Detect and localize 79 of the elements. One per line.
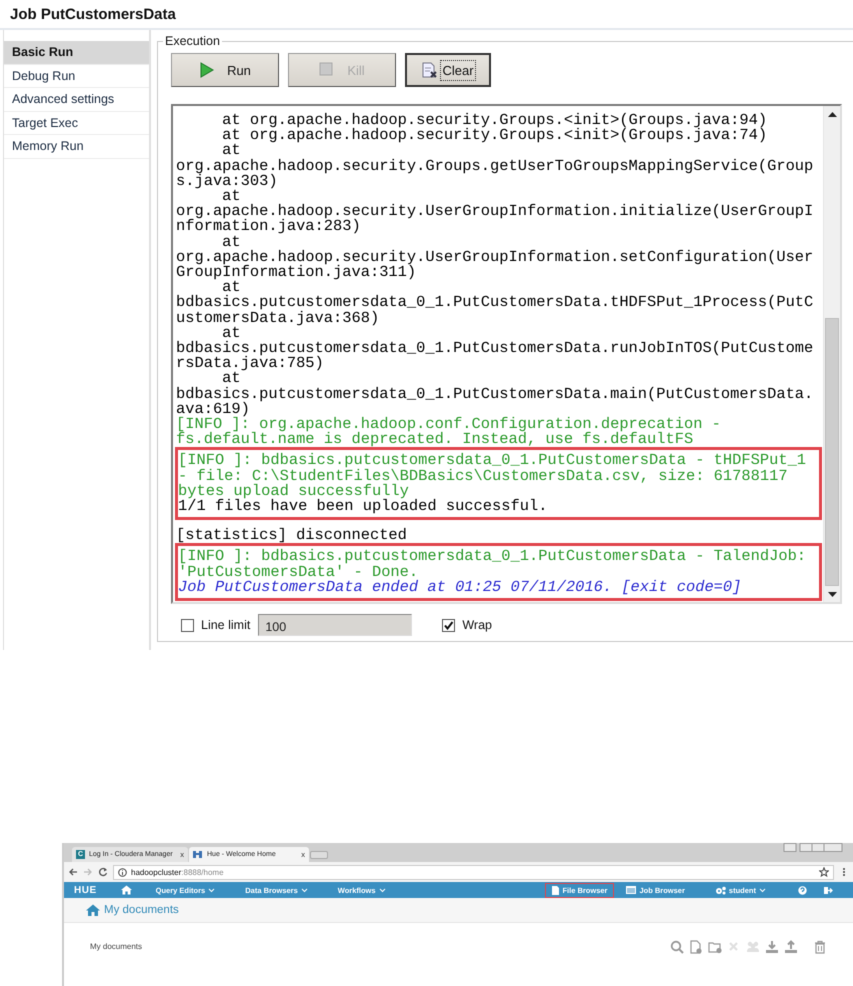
log-line: - file: C:\StudentFiles\BDBasics\CustomersData.csv, size: 61788117	[178, 468, 789, 484]
log-line: at org.apache.hadoop.security.Groups.<init>(Groups.java:94)	[221, 112, 768, 128]
info-icon	[118, 868, 127, 876]
log-line: bytes upload successfully	[178, 484, 409, 499]
log-line: Job PutCustomersData ended at 01:25 07/11/2016. [exit code=0]	[178, 580, 742, 595]
clear-button[interactable]: Clear	[405, 53, 491, 87]
upload-icon[interactable]	[784, 940, 798, 954]
logout-icon[interactable]	[823, 886, 833, 894]
new-document-icon[interactable]	[689, 940, 703, 954]
log-line: [INFO ]: bdbasics.putcustomersdata_0_1.PutCustomersData - tHDFSPut_1	[178, 453, 808, 469]
search-icon[interactable]	[670, 940, 684, 954]
log-line: rsData.java:785)	[176, 356, 324, 372]
forward-icon[interactable]	[83, 867, 93, 877]
chevron-down-icon	[378, 887, 386, 893]
new-folder-icon[interactable]	[708, 940, 722, 954]
url-text: hadoopcluster:8888/home	[131, 868, 224, 876]
help-icon[interactable]	[798, 886, 807, 894]
sidebar-item[interactable]: Advanced settings	[4, 88, 149, 112]
download-icon[interactable]	[765, 940, 779, 954]
checkbox-label: Wrap	[462, 618, 492, 632]
section-label: My documents	[90, 942, 142, 951]
back-icon[interactable]	[68, 867, 78, 877]
chevron-down-icon	[208, 887, 216, 893]
window-controls-icon	[783, 843, 843, 853]
log-line: [statistics] disconnected	[176, 528, 408, 544]
log-line: nformation.java:283)	[176, 219, 361, 235]
log-line: ava:619)	[176, 402, 250, 417]
run-button[interactable]: Run	[171, 53, 279, 87]
group-label: Execution	[164, 34, 221, 48]
checkbox-label: Line limit	[201, 618, 250, 632]
log-line: [INFO ]: org.apache.hadoop.conf.Configuration.deprecation -	[176, 416, 722, 432]
log-line: bdbasics.putcustomersdata_0_1.PutCustomersData.main(PutCustomersData.	[176, 386, 814, 402]
document-icon	[552, 886, 560, 894]
home-icon	[86, 904, 100, 916]
log-line: org.apache.hadoop.security.UserGroupInformation.initialize(UserGroupI	[176, 204, 814, 220]
stop-icon	[319, 62, 336, 78]
chevron-down-icon	[300, 887, 308, 893]
clear-document-icon	[421, 62, 438, 78]
log-line: bdbasics.putcustomersdata_0_1.PutCustomersData.runJobInTOS(PutCustome	[176, 340, 814, 356]
log-line: GroupInformation.java:311)	[176, 264, 416, 280]
log-line: org.apache.hadoop.security.UserGroupInformation.setConfiguration(User	[176, 250, 814, 265]
checkbox[interactable]	[442, 618, 456, 632]
gears-icon	[714, 886, 726, 894]
trash-icon[interactable]	[813, 940, 827, 954]
checkmark-icon	[443, 620, 454, 630]
hue-favicon-icon	[193, 850, 203, 859]
log-line: at	[222, 188, 241, 204]
log-line: s.java:303)	[176, 174, 278, 189]
log-line: at	[222, 371, 241, 387]
star-icon[interactable]	[819, 867, 829, 877]
log-line: 1/1 files have been uploaded successful.	[178, 498, 548, 514]
log-line: bdbasics.putcustomersdata_0_1.PutCustomersData.tHDFSPut_1Process(PutC	[176, 295, 814, 311]
log-line: at	[222, 234, 241, 250]
log-line: org.apache.hadoop.security.Groups.getUserToGroupsMappingService(Group	[176, 158, 814, 174]
log-line: 'PutCustomersData' - Done.	[178, 564, 418, 580]
reload-icon[interactable]	[98, 867, 108, 877]
log-line: fs.default.name is deprecated. Instead, use fs.defaultFS	[176, 432, 694, 448]
sidebar-item[interactable]: Target Exec	[4, 112, 149, 135]
play-icon	[199, 62, 216, 78]
page-title: My documents	[104, 904, 179, 916]
hue-logo[interactable]: HUE	[74, 884, 97, 896]
sidebar-item[interactable]: Debug Run	[4, 64, 149, 88]
sidebar-item[interactable]: Basic Run	[4, 41, 149, 64]
log-line: ustomersData.java:368)	[176, 310, 380, 326]
home-icon[interactable]	[120, 885, 132, 895]
log-line: at org.apache.hadoop.security.Groups.<init>(Groups.java:74)	[221, 128, 768, 144]
scrollbar[interactable]	[823, 106, 840, 602]
checkbox[interactable]	[181, 618, 194, 632]
sidebar-item[interactable]: Memory Run	[4, 135, 149, 158]
scrollbar-thumb[interactable]	[825, 318, 839, 586]
url-field[interactable]: hadoopcluster:8888/home	[113, 864, 834, 880]
chevron-down-icon	[759, 887, 766, 893]
window-icon	[626, 886, 636, 894]
log-line: at	[222, 326, 241, 341]
log-line: at	[222, 280, 241, 296]
new-tab-button[interactable]	[310, 851, 328, 859]
log-line: at	[222, 143, 241, 159]
log-line: [INFO ]: bdbasics.putcustomersdata_0_1.PutCustomersData - TalendJob:	[178, 549, 808, 565]
more-options-icon[interactable]	[842, 867, 846, 877]
